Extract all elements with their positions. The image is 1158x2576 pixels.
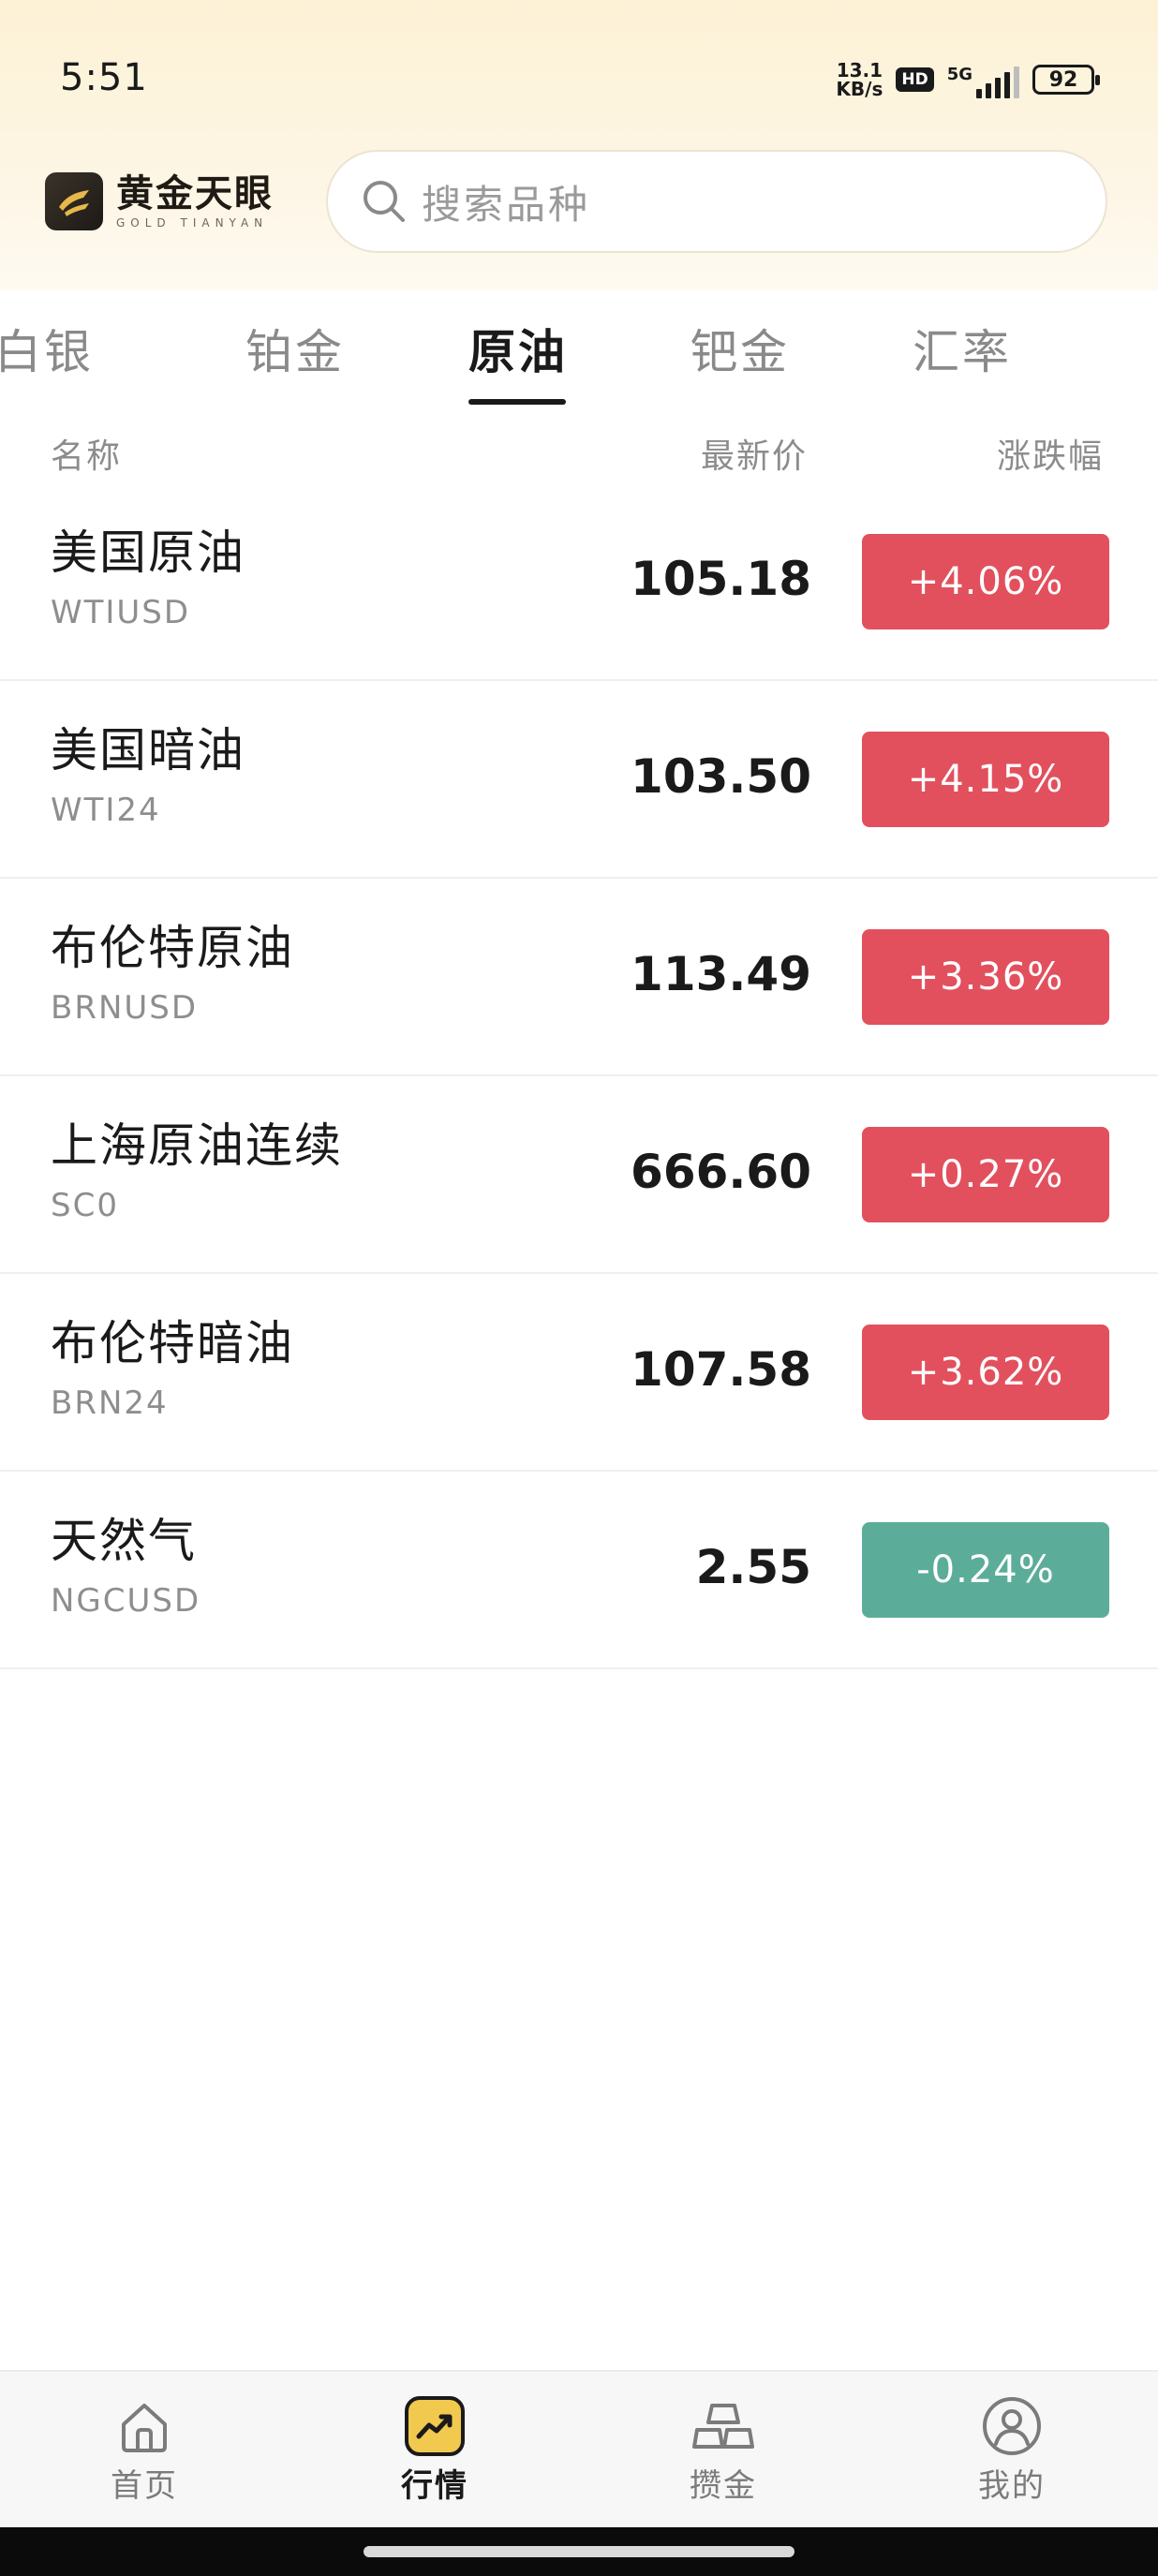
row-price: 2.55	[695, 1540, 811, 1594]
signal-bars	[976, 67, 1019, 98]
row-price: 105.18	[631, 552, 811, 606]
bottom-nav: 首页 行情 攒金 我的	[0, 2370, 1158, 2527]
status-bar: 5:51 13.1 KB/s HD 5G 92	[0, 0, 1158, 159]
row-price: 666.60	[631, 1145, 811, 1199]
logo-text: 黄金天眼 GOLD TIANYAN	[116, 171, 274, 230]
column-header-price[interactable]: 最新价	[701, 429, 808, 485]
nav-market-label: 行情	[401, 2467, 468, 2505]
network-speed-value: 13.1	[836, 59, 883, 81]
app-logo: 黄金天眼 GOLD TIANYAN	[45, 172, 274, 230]
search-icon	[360, 177, 408, 226]
tab-palladium[interactable]: 钯金	[690, 315, 790, 390]
category-tabs: 白银 铂金 原油 钯金 汇率	[0, 298, 1158, 414]
row-change-badge: +4.15%	[862, 732, 1109, 827]
row-price: 107.58	[631, 1342, 811, 1397]
nav-market[interactable]: 行情	[350, 2392, 519, 2505]
logo-title: 黄金天眼	[116, 171, 274, 215]
row-code: WTI24	[51, 792, 161, 829]
table-row[interactable]: 布伦特暗油 BRN24 107.58 +3.62%	[0, 1274, 1158, 1472]
row-code: NGCUSD	[51, 1582, 201, 1620]
active-tab-indicator	[468, 399, 566, 405]
tab-silver[interactable]: 白银	[0, 315, 94, 390]
cellular-signal-icon: 5G	[947, 61, 1019, 98]
battery-level: 92	[1048, 67, 1078, 92]
row-name: 美国原油	[51, 526, 245, 580]
row-code: BRN24	[51, 1384, 169, 1422]
table-row[interactable]: 美国原油 WTIUSD 105.18 +4.06%	[0, 483, 1158, 681]
battery-icon: 92	[1032, 65, 1100, 95]
network-speed: 13.1 KB/s	[836, 61, 883, 98]
row-name: 美国暗油	[51, 723, 245, 777]
system-gesture-area	[0, 2527, 1158, 2576]
home-icon	[111, 2392, 178, 2460]
row-change-badge: +0.27%	[862, 1127, 1109, 1222]
tab-platinum[interactable]: 铂金	[245, 315, 345, 390]
nav-profile-label: 我的	[978, 2467, 1046, 2505]
quote-list: 美国原油 WTIUSD 105.18 +4.06% 美国暗油 WTI24 103…	[0, 483, 1158, 1669]
market-chart-icon	[401, 2392, 468, 2460]
home-gesture-bar[interactable]	[364, 2546, 794, 2557]
tab-exchange-rate[interactable]: 汇率	[913, 315, 1012, 390]
row-name: 布伦特暗油	[51, 1316, 294, 1370]
profile-icon	[978, 2392, 1046, 2460]
hd-badge: HD	[896, 67, 934, 92]
nav-save-gold[interactable]: 攒金	[639, 2392, 808, 2505]
column-header-name: 名称	[51, 437, 123, 476]
column-header-change[interactable]: 涨跌幅	[997, 429, 1104, 485]
tab-crude-oil[interactable]: 原油	[468, 315, 568, 390]
market-page: 5:51 13.1 KB/s HD 5G 92 黄金天眼 GOLD TIANYA…	[0, 0, 1158, 2576]
nav-profile[interactable]: 我的	[928, 2392, 1096, 2505]
row-code: BRNUSD	[51, 989, 199, 1027]
header: 5:51 13.1 KB/s HD 5G 92 黄金天眼 GOLD TIANYA…	[0, 0, 1158, 290]
network-speed-unit: KB/s	[836, 78, 883, 100]
nav-home-label: 首页	[111, 2467, 178, 2505]
search-input[interactable]: 搜索品种	[326, 150, 1107, 253]
column-headers: 名称 最新价 涨跌幅	[0, 429, 1158, 485]
table-row[interactable]: 天然气 NGCUSD 2.55 -0.24%	[0, 1472, 1158, 1669]
row-code: WTIUSD	[51, 594, 191, 631]
row-code: SC0	[51, 1187, 119, 1224]
status-time: 5:51	[60, 56, 148, 99]
logo-mark-icon	[45, 172, 103, 230]
signal-label: 5G	[946, 65, 972, 84]
status-icons: 13.1 KB/s HD 5G 92	[836, 58, 1100, 101]
nav-home[interactable]: 首页	[60, 2392, 229, 2505]
row-change-badge: +4.06%	[862, 534, 1109, 629]
search-placeholder: 搜索品种	[422, 181, 591, 228]
row-change-badge: +3.36%	[862, 929, 1109, 1025]
row-name: 上海原油连续	[51, 1118, 343, 1173]
table-row[interactable]: 美国暗油 WTI24 103.50 +4.15%	[0, 681, 1158, 879]
nav-save-gold-label: 攒金	[690, 2467, 757, 2505]
row-name: 布伦特原油	[51, 921, 294, 975]
row-price: 113.49	[631, 947, 811, 1001]
gold-bars-icon	[690, 2392, 757, 2460]
table-row[interactable]: 布伦特原油 BRNUSD 113.49 +3.36%	[0, 879, 1158, 1076]
table-row[interactable]: 上海原油连续 SC0 666.60 +0.27%	[0, 1076, 1158, 1274]
row-change-badge: -0.24%	[862, 1522, 1109, 1618]
logo-subtitle: GOLD TIANYAN	[116, 216, 269, 229]
row-change-badge: +3.62%	[862, 1325, 1109, 1420]
row-price: 103.50	[631, 749, 811, 804]
row-name: 天然气	[51, 1514, 197, 1568]
